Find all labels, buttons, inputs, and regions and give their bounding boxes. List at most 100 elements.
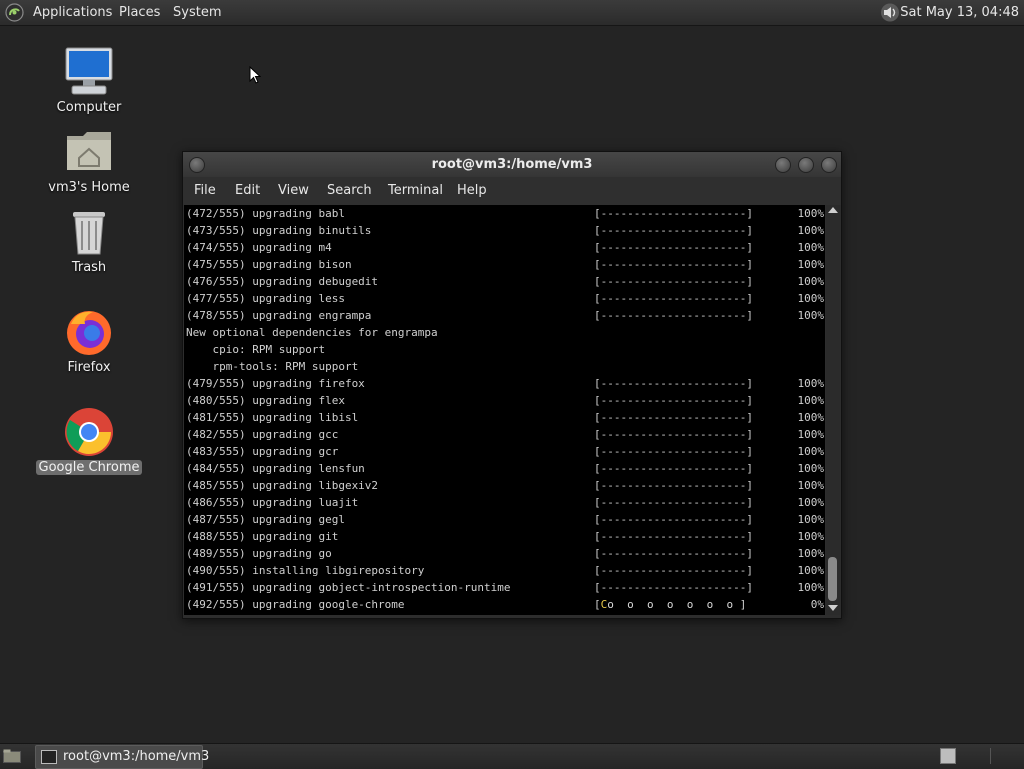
- progress-bar: [----------------------]: [594, 241, 753, 254]
- terminal-line-text: (485/555) upgrading libgexiv2: [186, 479, 379, 492]
- terminal-icon: [41, 750, 57, 764]
- terminal-line: (476/555) upgrading debugedit [----------…: [186, 273, 824, 290]
- terminal-line-text: cpio: RPM support: [186, 343, 326, 356]
- terminal-line: (475/555) upgrading bison [--------------…: [186, 256, 824, 273]
- top-panel: Applications Places System Sat May 13, 0…: [0, 0, 1024, 26]
- progress-bar-active: [Co o o o o o o ]: [594, 596, 746, 613]
- progress-percent: 100%: [797, 564, 825, 577]
- progress-percent: 100%: [797, 428, 825, 441]
- terminal-line-text: rpm-tools: RPM support: [186, 360, 359, 373]
- scroll-down-arrow-icon[interactable]: [828, 605, 838, 611]
- terminal-line: (485/555) upgrading libgexiv2 [----------…: [186, 477, 824, 494]
- close-button[interactable]: [821, 157, 837, 173]
- progress-percent: 100%: [797, 309, 825, 322]
- menu-view[interactable]: View: [278, 177, 309, 205]
- terminal-line-text: (490/555) installing libgirepository: [186, 564, 425, 577]
- terminal-line: (478/555) upgrading engrampa [-----------…: [186, 307, 824, 324]
- progress-bar: [----------------------]: [594, 547, 753, 560]
- progress-bar: [----------------------]: [594, 564, 753, 577]
- terminal-line: (490/555) installing libgirepository [---…: [186, 562, 824, 579]
- terminal-line: (482/555) upgrading gcc [----------------…: [186, 426, 824, 443]
- progress-bar: [----------------------]: [594, 581, 753, 594]
- clock[interactable]: Sat May 13, 04:48: [900, 0, 1019, 25]
- title-bar[interactable]: root@vm3:/home/vm3: [183, 152, 841, 177]
- progress-bar: [----------------------]: [594, 445, 753, 458]
- progress-bar: [----------------------]: [594, 479, 753, 492]
- menu-edit[interactable]: Edit: [235, 177, 260, 205]
- scroll-up-arrow-icon[interactable]: [828, 207, 838, 213]
- progress-percent: 100%: [797, 462, 825, 475]
- workspace-switcher-icon[interactable]: [940, 748, 956, 764]
- firefox-icon: [63, 306, 115, 358]
- taskbar-button-terminal[interactable]: root@vm3:/home/vm3: [35, 745, 209, 769]
- desktop-icon-firefox[interactable]: Firefox: [34, 306, 144, 375]
- speaker-icon[interactable]: [879, 3, 901, 22]
- menu-terminal[interactable]: Terminal: [388, 177, 443, 205]
- minimize-button[interactable]: [775, 157, 791, 173]
- terminal-line-text: (489/555) upgrading go: [186, 547, 332, 560]
- terminal-line: (480/555) upgrading flex [---------------…: [186, 392, 824, 409]
- mate-logo-icon[interactable]: [5, 3, 24, 22]
- maximize-button[interactable]: [798, 157, 814, 173]
- menu-search[interactable]: Search: [327, 177, 372, 205]
- panel-separator: [990, 748, 991, 764]
- window-title: root@vm3:/home/vm3: [431, 157, 593, 172]
- progress-percent: 100%: [797, 207, 825, 220]
- terminal-line: (486/555) upgrading luajit [-------------…: [186, 494, 824, 511]
- terminal-line-text: (472/555) upgrading babl: [186, 207, 345, 220]
- terminal-line-text: (492/555) upgrading google-chrome: [186, 598, 405, 611]
- progress-bar: [----------------------]: [594, 411, 753, 424]
- trash-icon: [63, 206, 115, 258]
- terminal-line-text: (475/555) upgrading bison: [186, 258, 352, 271]
- terminal-line-text: (476/555) upgrading debugedit: [186, 275, 379, 288]
- menu-system[interactable]: System: [173, 0, 221, 25]
- terminal-line-text: New optional dependencies for engrampa: [186, 326, 438, 339]
- terminal-line: (481/555) upgrading libisl [-------------…: [186, 409, 824, 426]
- scrollbar[interactable]: [826, 205, 840, 615]
- progress-bar: [----------------------]: [594, 462, 753, 475]
- progress-bar: [----------------------]: [594, 530, 753, 543]
- terminal-output[interactable]: (472/555) upgrading babl [---------------…: [184, 205, 825, 615]
- progress-percent: 100%: [797, 275, 825, 288]
- progress-percent: 100%: [797, 224, 825, 237]
- terminal-line-text: (486/555) upgrading luajit: [186, 496, 359, 509]
- menu-file[interactable]: File: [194, 177, 216, 205]
- terminal-line: cpio: RPM support: [186, 341, 325, 358]
- mouse-pointer-icon: [249, 66, 261, 84]
- progress-percent: 0%: [810, 598, 824, 611]
- menu-help[interactable]: Help: [457, 177, 487, 205]
- menu-applications[interactable]: Applications: [33, 0, 112, 25]
- terminal-window[interactable]: root@vm3:/home/vm3 File Edit View Search…: [182, 151, 842, 619]
- progress-percent: 100%: [797, 258, 825, 271]
- terminal-line-text: (483/555) upgrading gcr: [186, 445, 339, 458]
- terminal-line: (489/555) upgrading go [-----------------…: [186, 545, 824, 562]
- show-desktop-icon[interactable]: [3, 749, 21, 763]
- terminal-menubar: File Edit View Search Terminal Help: [183, 177, 841, 205]
- terminal-line-text: (491/555) upgrading gobject-introspectio…: [186, 581, 511, 594]
- progress-bar: [----------------------]: [594, 377, 753, 390]
- desktop-icon-trash[interactable]: Trash: [34, 206, 144, 275]
- progress-bar: [----------------------]: [594, 513, 753, 526]
- terminal-line-text: (488/555) upgrading git: [186, 530, 339, 543]
- desktop-icon-home[interactable]: vm3's Home: [34, 126, 144, 195]
- progress-bar: [----------------------]: [594, 275, 753, 288]
- terminal-line-text: (484/555) upgrading lensfun: [186, 462, 365, 475]
- progress-bar: [----------------------]: [594, 394, 753, 407]
- computer-icon: [63, 46, 115, 98]
- terminal-line: rpm-tools: RPM support: [186, 358, 358, 375]
- desktop-icon-label: Firefox: [67, 360, 111, 375]
- terminal-line: (474/555) upgrading m4 [-----------------…: [186, 239, 824, 256]
- taskbar-button-label: root@vm3:/home/vm3: [63, 749, 210, 764]
- menu-places[interactable]: Places: [119, 0, 160, 25]
- desktop-icon-chrome[interactable]: Google Chrome: [34, 406, 144, 475]
- terminal-line: (477/555) upgrading less [---------------…: [186, 290, 824, 307]
- desktop-icon-label: Computer: [56, 100, 122, 115]
- progress-percent: 100%: [797, 377, 825, 390]
- progress-percent: 100%: [797, 479, 825, 492]
- progress-bar-dots: o o o o o o o: [607, 598, 734, 611]
- desktop-icon-computer[interactable]: Computer: [34, 46, 144, 115]
- desktop-icon-label: vm3's Home: [48, 180, 130, 195]
- scroll-thumb[interactable]: [828, 557, 837, 601]
- terminal-line: (479/555) upgrading firefox [------------…: [186, 375, 824, 392]
- progress-percent: 100%: [797, 241, 825, 254]
